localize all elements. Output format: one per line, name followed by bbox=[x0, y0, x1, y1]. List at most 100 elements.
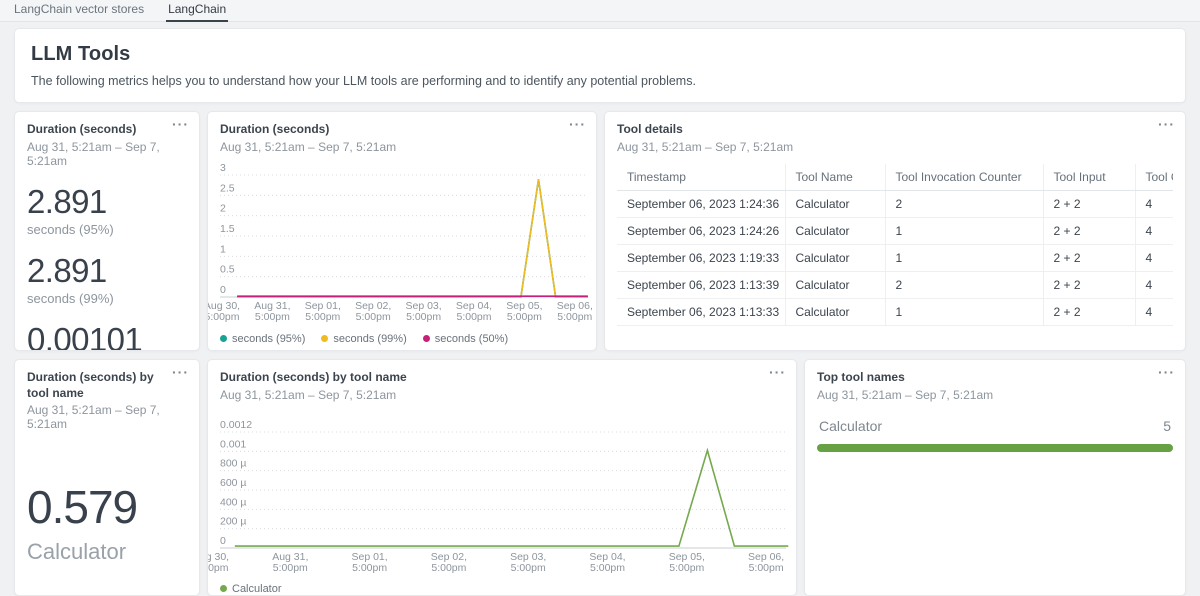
card-duration-summary: Duration (seconds) Aug 31, 5:21am – Sep … bbox=[14, 111, 200, 351]
cards-row-2: Duration (seconds) by tool name Aug 31, … bbox=[14, 359, 1186, 596]
card-top-tool-names: Top tool names Aug 31, 5:21am – Sep 7, 5… bbox=[804, 359, 1186, 596]
stat-value: 0.00101 bbox=[27, 322, 187, 351]
dashboard-header-panel: LLM Tools The following metrics helps yo… bbox=[14, 28, 1186, 103]
table-cell: Calculator bbox=[785, 271, 885, 298]
svg-text:5:00pm: 5:00pm bbox=[749, 562, 784, 574]
card-time-range: Aug 31, 5:21am – Sep 7, 5:21am bbox=[220, 388, 784, 402]
legend-item[interactable]: seconds (50%) bbox=[423, 333, 508, 345]
svg-text:5:00pm: 5:00pm bbox=[255, 311, 290, 323]
card-menu-icon[interactable]: ··· bbox=[172, 365, 189, 379]
card-time-range: Aug 31, 5:21am – Sep 7, 5:21am bbox=[817, 388, 1173, 402]
svg-text:5:00pm: 5:00pm bbox=[507, 311, 542, 323]
stat-block: 2.891 seconds (99%) bbox=[27, 253, 187, 306]
svg-text:5:00pm: 5:00pm bbox=[356, 311, 391, 323]
card-title: Tool details bbox=[617, 122, 1173, 138]
card-menu-icon[interactable]: ··· bbox=[1158, 117, 1175, 131]
table-row: September 06, 2023 1:13:39Calculator22 +… bbox=[617, 271, 1173, 298]
svg-text:3: 3 bbox=[220, 162, 226, 174]
svg-text:200 µ: 200 µ bbox=[220, 515, 247, 527]
top-tool-row: Calculator5 bbox=[817, 418, 1173, 434]
table-cell: 1 bbox=[885, 298, 1043, 325]
tab-langchain-vector-stores[interactable]: LangChain vector stores bbox=[12, 0, 146, 21]
svg-text:5:00pm: 5:00pm bbox=[207, 311, 240, 323]
svg-text:5:00pm: 5:00pm bbox=[431, 562, 466, 574]
dashboard-page: LLM Tools The following metrics helps yo… bbox=[0, 22, 1200, 596]
card-title: Duration (seconds) by tool name bbox=[220, 370, 784, 386]
legend-dot bbox=[321, 335, 328, 342]
table-cell: 4 bbox=[1135, 298, 1173, 325]
svg-text:5:00pm: 5:00pm bbox=[590, 562, 625, 574]
table-cell: Calculator bbox=[785, 298, 885, 325]
table-cell: September 06, 2023 1:24:36 bbox=[617, 190, 785, 217]
stat-value: 2.891 bbox=[27, 253, 187, 289]
legend-label: seconds (50%) bbox=[435, 333, 508, 345]
chart-legend: Calculator bbox=[220, 583, 784, 595]
card-menu-icon[interactable]: ··· bbox=[172, 117, 189, 131]
stat-value: 2.891 bbox=[27, 184, 187, 220]
card-time-range: Aug 31, 5:21am – Sep 7, 5:21am bbox=[220, 140, 584, 154]
legend-label: seconds (99%) bbox=[333, 333, 406, 345]
top-tool-label: Calculator bbox=[819, 418, 882, 434]
card-title: Top tool names bbox=[817, 370, 1173, 386]
table-cell: Calculator bbox=[785, 217, 885, 244]
stat-label: Calculator bbox=[27, 539, 187, 565]
svg-text:5:00pm: 5:00pm bbox=[456, 311, 491, 323]
legend-dot bbox=[220, 335, 227, 342]
svg-text:5:00pm: 5:00pm bbox=[352, 562, 387, 574]
svg-text:5:00pm: 5:00pm bbox=[511, 562, 546, 574]
table-cell: 1 bbox=[885, 244, 1043, 271]
card-menu-icon[interactable]: ··· bbox=[769, 365, 786, 379]
legend-item[interactable]: Calculator bbox=[220, 583, 282, 595]
table-header-row: TimestampTool NameTool Invocation Counte… bbox=[617, 164, 1173, 191]
card-menu-icon[interactable]: ··· bbox=[1158, 365, 1175, 379]
column-header: Tool Output bbox=[1135, 164, 1173, 191]
card-time-range: Aug 31, 5:21am – Sep 7, 5:21am bbox=[27, 140, 187, 168]
legend-dot bbox=[220, 585, 227, 592]
card-time-range: Aug 31, 5:21am – Sep 7, 5:21am bbox=[27, 403, 187, 431]
card-duration-by-tool-summary: Duration (seconds) by tool name Aug 31, … bbox=[14, 359, 200, 596]
card-title: Duration (seconds) by tool name bbox=[27, 370, 187, 401]
legend-item[interactable]: seconds (95%) bbox=[220, 333, 305, 345]
table-cell: 2 + 2 bbox=[1043, 244, 1135, 271]
page-title: LLM Tools bbox=[31, 43, 1169, 66]
svg-text:2.5: 2.5 bbox=[220, 182, 235, 194]
svg-text:2: 2 bbox=[220, 202, 226, 214]
svg-text:5:00pm: 5:00pm bbox=[305, 311, 340, 323]
card-time-range: Aug 31, 5:21am – Sep 7, 5:21am bbox=[617, 140, 1173, 154]
svg-text:5:00pm: 5:00pm bbox=[669, 562, 704, 574]
column-header: Tool Name bbox=[785, 164, 885, 191]
card-duration-chart: Duration (seconds) Aug 31, 5:21am – Sep … bbox=[207, 111, 597, 351]
table-cell: 4 bbox=[1135, 190, 1173, 217]
duration_by_tool-line-chart[interactable]: 0.00120.001800 µ600 µ400 µ200 µ0Aug 30,5… bbox=[220, 412, 786, 580]
page-description: The following metrics helps you to under… bbox=[31, 74, 1169, 88]
svg-text:600 µ: 600 µ bbox=[220, 477, 247, 489]
stat-block: 2.891 seconds (95%) bbox=[27, 184, 187, 237]
card-menu-icon[interactable]: ··· bbox=[569, 117, 586, 131]
svg-text:5:00pm: 5:00pm bbox=[557, 311, 592, 323]
stat-label: seconds (99%) bbox=[27, 291, 187, 306]
duration-by-tool-chart-host: 0.00120.001800 µ600 µ400 µ200 µ0Aug 30,5… bbox=[220, 412, 784, 595]
table-row: September 06, 2023 1:13:33Calculator12 +… bbox=[617, 298, 1173, 325]
table-cell: 4 bbox=[1135, 244, 1173, 271]
chart-legend: seconds (95%) seconds (99%) seconds (50%) bbox=[220, 333, 584, 345]
cards-row-1: Duration (seconds) Aug 31, 5:21am – Sep … bbox=[14, 111, 1186, 351]
table-row: September 06, 2023 1:19:33Calculator12 +… bbox=[617, 244, 1173, 271]
legend-dot bbox=[423, 335, 430, 342]
svg-text:400 µ: 400 µ bbox=[220, 496, 247, 508]
top-tool-list: Calculator5 bbox=[817, 418, 1173, 452]
tool-details-table: TimestampTool NameTool Invocation Counte… bbox=[617, 164, 1173, 326]
column-header: Tool Invocation Counter bbox=[885, 164, 1043, 191]
table-row: September 06, 2023 1:24:36Calculator22 +… bbox=[617, 190, 1173, 217]
svg-text:0.0012: 0.0012 bbox=[220, 419, 252, 431]
stat-block: 0.00101 seconds (50%) bbox=[27, 322, 187, 351]
table-cell: 2 + 2 bbox=[1043, 298, 1135, 325]
svg-text:0: 0 bbox=[220, 535, 226, 547]
duration-line-chart[interactable]: 32.521.510.50Aug 30,5:00pmAug 31,5:00pmS… bbox=[220, 164, 586, 330]
stat-value: 0.579 bbox=[27, 483, 187, 531]
legend-item[interactable]: seconds (99%) bbox=[321, 333, 406, 345]
duration-chart-host: 32.521.510.50Aug 30,5:00pmAug 31,5:00pmS… bbox=[220, 164, 584, 345]
svg-text:5:00pm: 5:00pm bbox=[273, 562, 308, 574]
tab-langchain[interactable]: LangChain bbox=[166, 0, 228, 22]
table-cell: September 06, 2023 1:13:39 bbox=[617, 271, 785, 298]
svg-text:1: 1 bbox=[220, 243, 226, 255]
